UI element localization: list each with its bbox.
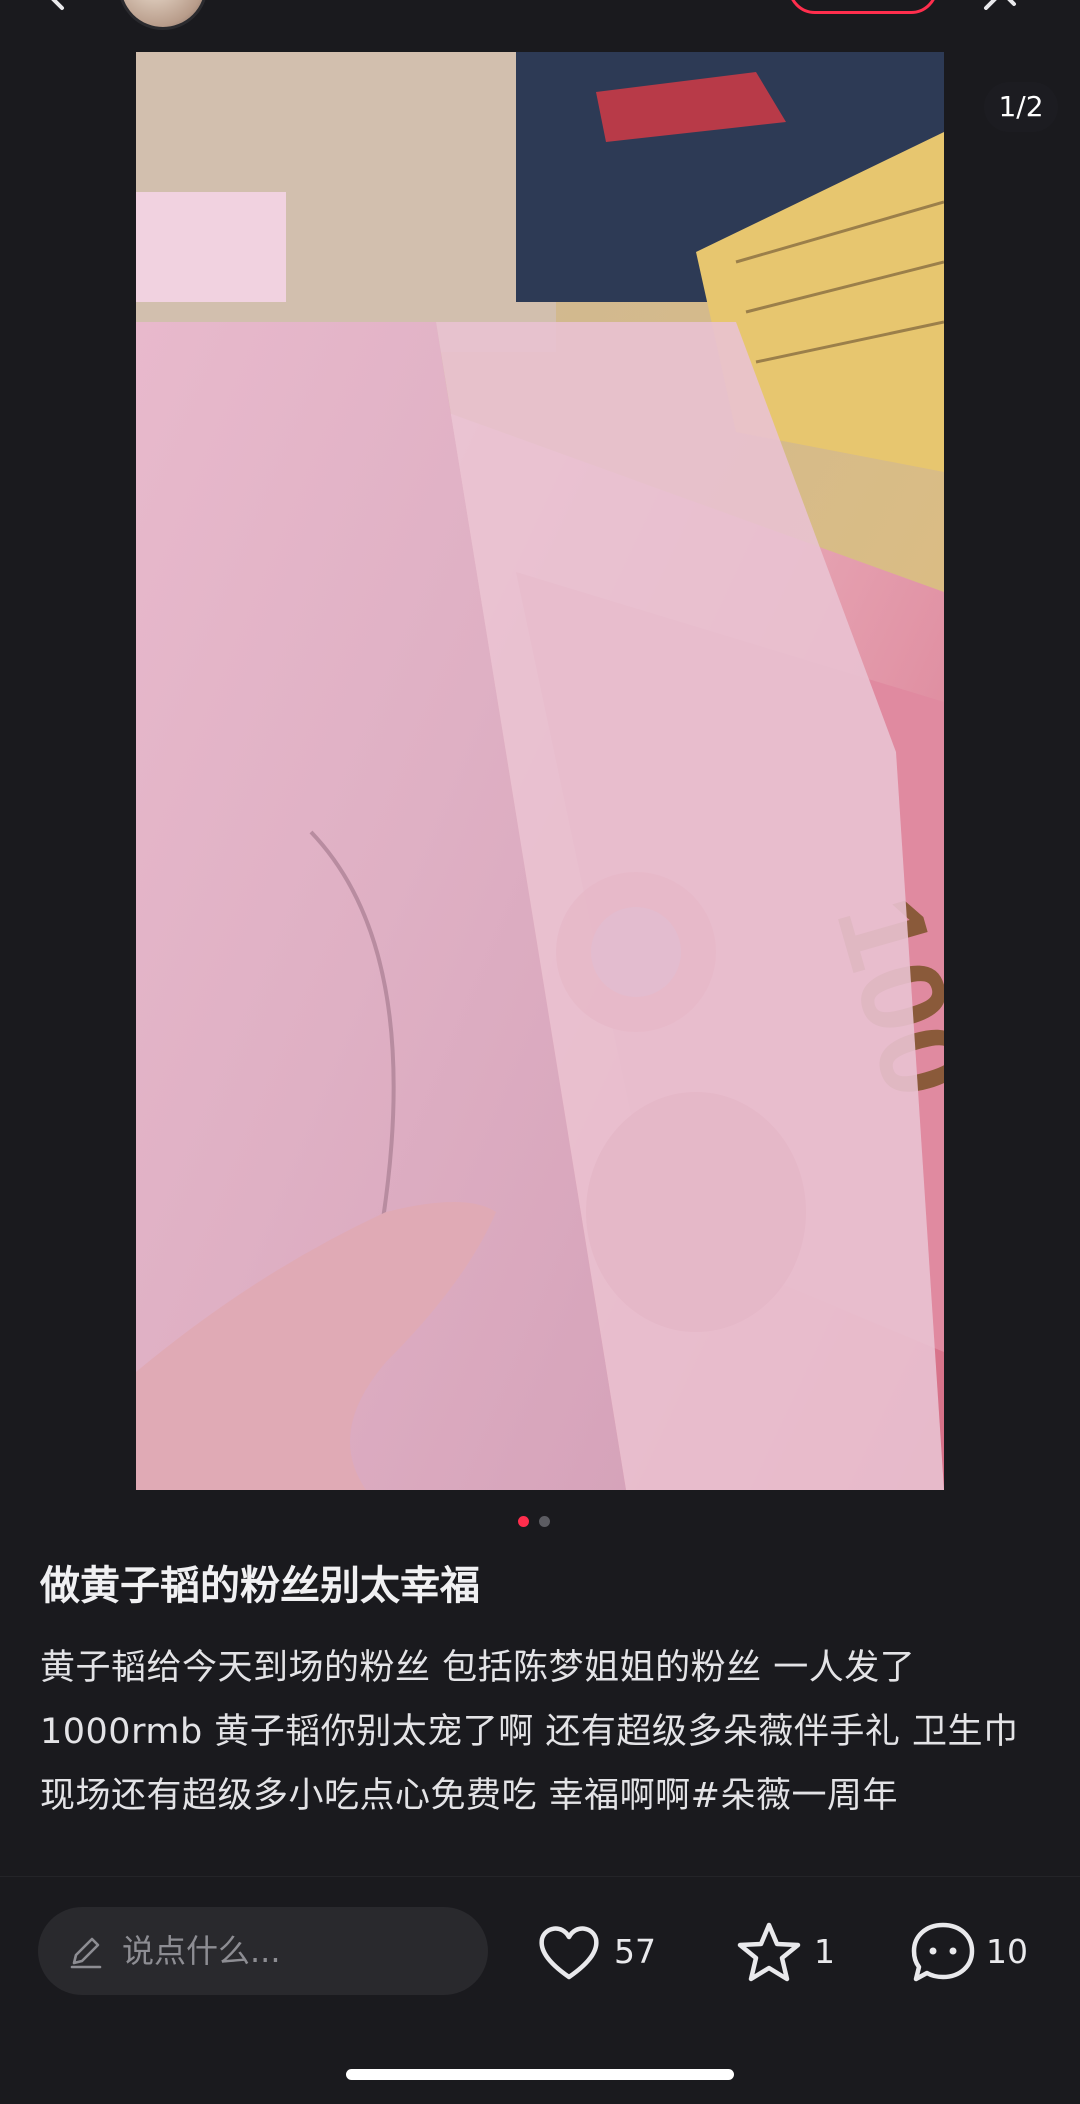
heart-icon [539,1926,599,1980]
star-icon [737,1922,801,1982]
favorite-count: 1 [814,1932,835,1971]
like-button[interactable]: 57 [536,1907,666,1995]
photo-envelope-cash: 100 [136,52,944,1490]
top-bar [0,0,1080,30]
comment-placeholder: 说点什么... [122,1932,281,1970]
post-title: 做黄子韬的粉丝别太幸福 [40,1563,480,1609]
like-count: 57 [614,1932,656,1971]
carousel-dot-active[interactable] [518,1516,529,1527]
favorite-button[interactable]: 1 [736,1907,836,1995]
home-indicator[interactable] [346,2069,734,2080]
comment-count: 10 [986,1932,1028,1971]
comment-button[interactable]: 10 [910,1907,1050,1995]
comment-input[interactable]: 说点什么... [38,1907,488,1995]
pencil-icon [70,1937,102,1969]
page-indicator: 1/2 [984,82,1058,132]
back-arrow-icon[interactable] [40,0,70,12]
carousel-dots [0,1516,1080,1530]
follow-button[interactable] [788,0,938,14]
avatar[interactable] [118,0,208,30]
comment-bubble-icon [911,1922,975,1982]
post-body: 黄子韬给今天到场的粉丝 包括陈梦姐姐的粉丝 一人发了1000rmb 黄子韬你别太… [40,1648,1019,1816]
share-icon[interactable] [980,0,1020,10]
carousel-dot[interactable] [539,1516,550,1527]
post-photo[interactable]: 100 [136,52,944,1490]
